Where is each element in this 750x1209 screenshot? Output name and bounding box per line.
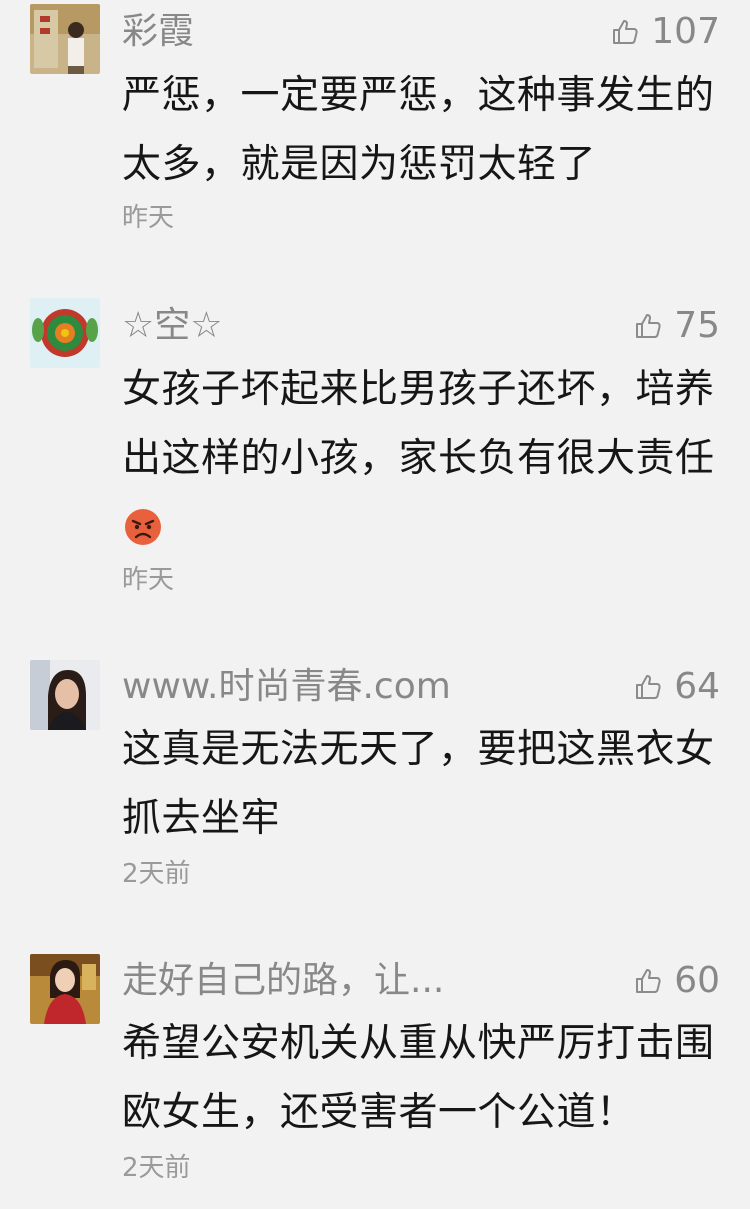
comment-text-line: 抓去坐牢 [122,796,281,841]
comment-author[interactable]: 彩霞 [122,10,194,54]
thumbs-up-icon [634,312,662,340]
like-count: 64 [674,666,720,707]
comment-time: 2天前 [122,1153,191,1183]
like-button[interactable]: 64 [634,665,720,709]
thumbs-up-icon [634,967,662,995]
like-count: 107 [651,11,720,52]
comment-text-line: 女孩子坏起来比男孩子还坏，培养 [122,367,715,412]
like-count: 75 [674,305,720,346]
like-button[interactable]: 75 [634,304,720,348]
avatar[interactable] [30,660,100,730]
comment-text: 严惩，一定要严惩，这种事发生的 太多，就是因为惩罚太轻了 [122,61,722,199]
comment-text-line: 太多，就是因为惩罚太轻了 [122,142,597,187]
comment-time: 昨天 [122,203,175,233]
comment-text-line: 严惩，一定要严惩，这种事发生的 [122,73,715,118]
avatar[interactable] [30,954,100,1024]
comment-text-line: 欧女生，还受害者一个公道！ [122,1090,636,1135]
comment-text-line: 希望公安机关从重从快严厉打击围 [122,1021,715,1066]
comment-author[interactable]: ☆空☆ [122,304,223,348]
comment-text-line: 这真是无法无天了，要把这黑衣女 [122,727,715,772]
comment-text: 希望公安机关从重从快严厉打击围 欧女生，还受害者一个公道！ [122,1009,722,1147]
thumbs-up-icon [611,18,639,46]
comment-time: 2天前 [122,859,191,889]
comment-text: 女孩子坏起来比男孩子还坏，培养 出这样的小孩，家长负有很大责任 [122,355,722,493]
comment-text-line: 出这样的小孩，家长负有很大责任 [122,436,715,481]
thumbs-up-icon [634,673,662,701]
comment-text: 这真是无法无天了，要把这黑衣女 抓去坐牢 [122,715,722,853]
like-count: 60 [674,960,720,1001]
comment-author[interactable]: 走好自己的路，让... [122,959,444,1003]
comment-author[interactable]: www.时尚青春.com [122,665,451,709]
avatar[interactable] [30,298,100,368]
like-button[interactable]: 60 [634,959,720,1003]
angry-face-icon [124,508,162,546]
comment-time: 昨天 [122,565,175,595]
like-button[interactable]: 107 [611,10,720,54]
avatar[interactable] [30,4,100,74]
